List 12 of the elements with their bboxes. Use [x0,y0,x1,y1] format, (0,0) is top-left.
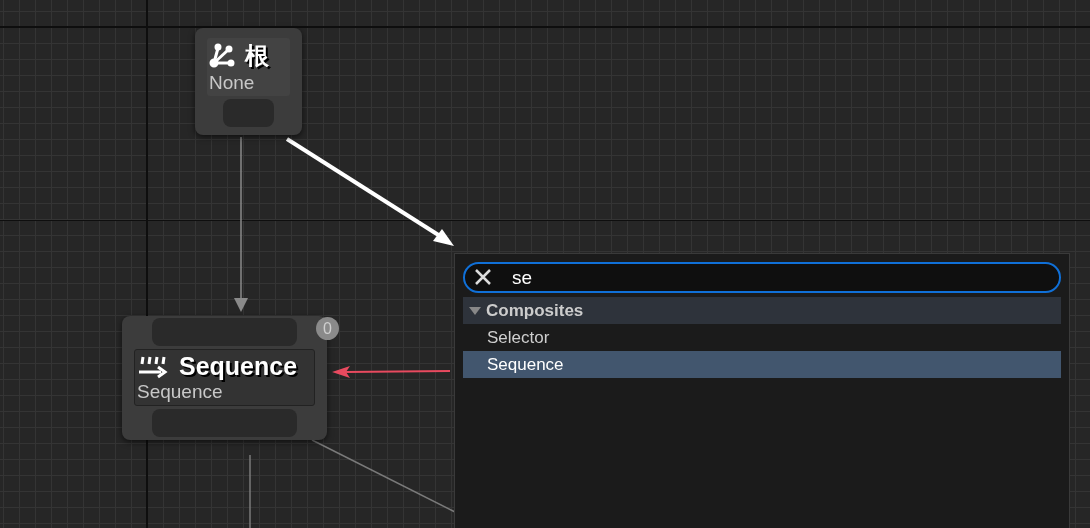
node-title: 根 [245,41,269,71]
close-icon[interactable] [474,268,492,286]
node-subtitle: Sequence [137,381,224,403]
node-title: Sequence [179,352,298,381]
list-item[interactable]: Sequence [463,351,1061,378]
root-node[interactable]: 根 None [195,28,302,135]
node-subtitle: None [209,72,256,94]
branch-icon [209,43,235,69]
search-field[interactable]: se [463,262,1061,293]
category-label: Composites [486,300,584,321]
count-badge: 0 [316,317,339,340]
category-header[interactable]: Composites [463,297,1061,324]
